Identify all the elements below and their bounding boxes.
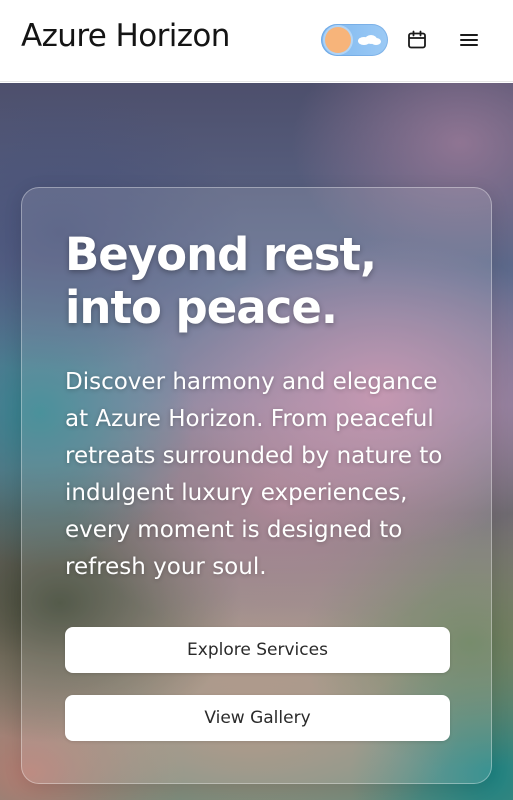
hero-headline: Beyond rest, into peace. <box>65 228 377 334</box>
sun-icon <box>325 27 351 53</box>
explore-services-button[interactable]: Explore Services <box>65 627 450 673</box>
cloud-icon <box>358 35 381 45</box>
hero-description: Discover harmony and elegance at Azure H… <box>65 369 443 580</box>
site-header: Azure Horizon <box>0 0 513 82</box>
theme-toggle[interactable] <box>321 24 388 56</box>
view-gallery-button[interactable]: View Gallery <box>65 695 450 741</box>
hero-card: Beyond rest, into peace. Discover harmon… <box>21 187 492 784</box>
menu-button[interactable] <box>455 26 483 54</box>
brand-logo-text[interactable]: Azure Horizon <box>21 18 230 54</box>
calendar-icon <box>408 30 426 49</box>
calendar-button[interactable] <box>403 26 431 54</box>
hero-section: Beyond rest, into peace. Discover harmon… <box>0 83 513 800</box>
hamburger-menu-icon <box>460 34 478 46</box>
